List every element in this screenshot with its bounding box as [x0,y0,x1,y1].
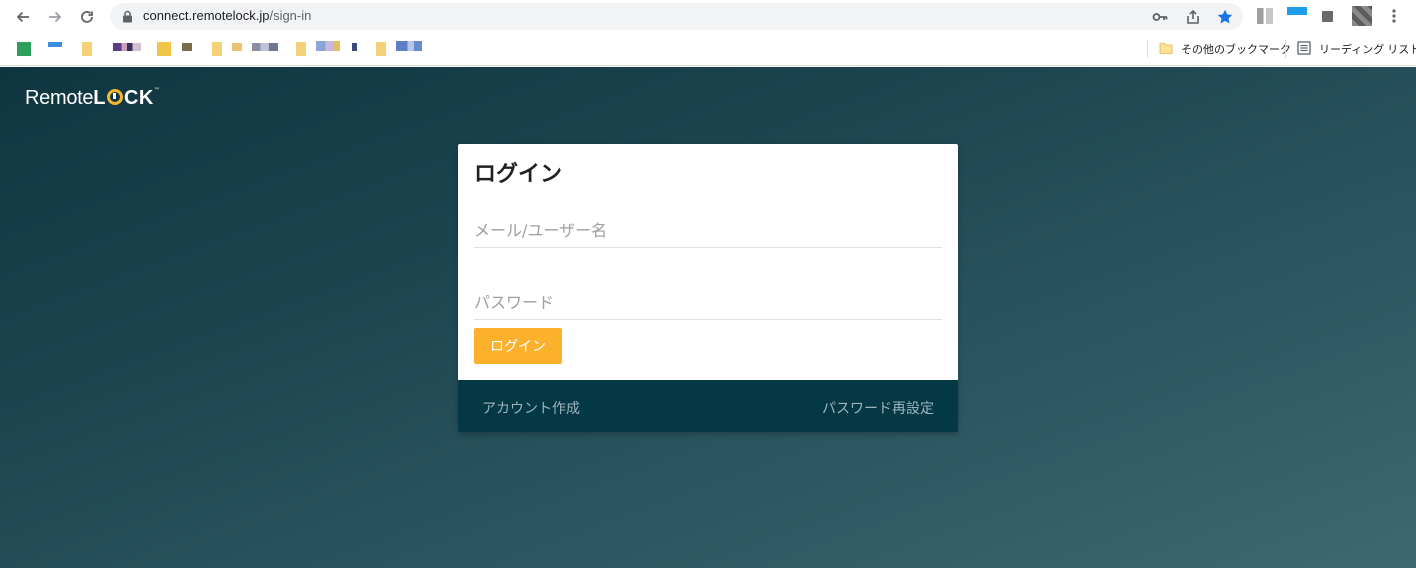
bookmark-3[interactable] [82,42,92,56]
extension-icon-2[interactable] [1287,7,1307,21]
page-background: RemoteL CK™ ログイン ログイン アカウント作成 パスワード再設定 [0,67,1416,568]
bookmark-5[interactable] [157,42,171,56]
reload-button[interactable] [75,5,99,29]
bookmark-9[interactable] [252,43,278,51]
login-form: ログイン ログイン [458,144,958,380]
reset-password-link[interactable]: パスワード再設定 [822,398,934,418]
bookmark-12[interactable] [352,43,357,51]
logo-o-power-icon [106,89,123,105]
kebab-menu-icon[interactable] [1386,8,1402,24]
browser-toolbar: connect.remotelock.jp/sign-in [0,0,1416,33]
profile-avatar[interactable] [1352,6,1372,26]
bookmark-7[interactable] [212,42,222,56]
bookmark-4[interactable] [113,43,141,51]
reload-icon [81,11,93,23]
extension-icon-1[interactable] [1257,8,1273,24]
bookmark-6[interactable] [182,43,192,51]
bookmark-11[interactable] [316,41,340,51]
login-card: ログイン ログイン アカウント作成 パスワード再設定 [458,144,958,432]
folder-icon [1159,43,1173,54]
create-account-link[interactable]: アカウント作成 [482,398,580,418]
extension-icon-3[interactable] [1322,11,1333,22]
logo-trademark: ™ [153,87,160,94]
reading-list-icon [1297,41,1311,55]
address-bar[interactable]: connect.remotelock.jp/sign-in [110,3,1243,30]
logo-l-text: L [93,87,106,109]
bookmark-14[interactable] [396,41,422,51]
reading-list[interactable]: リーディング リスト [1319,41,1416,57]
login-card-footer: アカウント作成 パスワード再設定 [458,380,958,432]
password-field[interactable] [474,286,942,320]
key-icon[interactable] [1151,8,1169,26]
logo-ck-text: CK [123,87,154,109]
remotelock-logo[interactable]: RemoteL CK™ [25,87,160,113]
share-icon[interactable] [1184,8,1202,26]
star-icon[interactable] [1216,8,1234,26]
lock-icon [123,10,132,23]
bookmark-2[interactable] [48,42,62,47]
email-field[interactable] [474,214,942,248]
url-host: connect.remotelock.jp [143,8,270,23]
browser-chrome: connect.remotelock.jp/sign-in その他のブックマーク… [0,0,1416,67]
logo-remote-text: Remote [25,87,94,109]
url-text[interactable]: connect.remotelock.jp/sign-in [143,8,311,23]
bookmark-13[interactable] [376,42,386,56]
bookmarks-bar: その他のブックマーク リーディング リスト [0,33,1416,66]
bookmark-8[interactable] [232,43,242,51]
other-bookmarks[interactable]: その他のブックマーク [1181,41,1291,57]
page-title: ログイン [474,162,563,187]
login-button[interactable]: ログイン [474,328,562,364]
arrow-right-icon [49,11,62,23]
bookmark-1[interactable] [17,42,31,56]
bookmarks-separator [1147,40,1148,58]
url-path: /sign-in [269,8,312,23]
bookmarks-separator-2 [1285,40,1286,58]
bookmark-10[interactable] [296,42,306,56]
back-button[interactable] [11,5,35,29]
forward-button[interactable] [43,5,67,29]
arrow-left-icon [16,11,29,23]
